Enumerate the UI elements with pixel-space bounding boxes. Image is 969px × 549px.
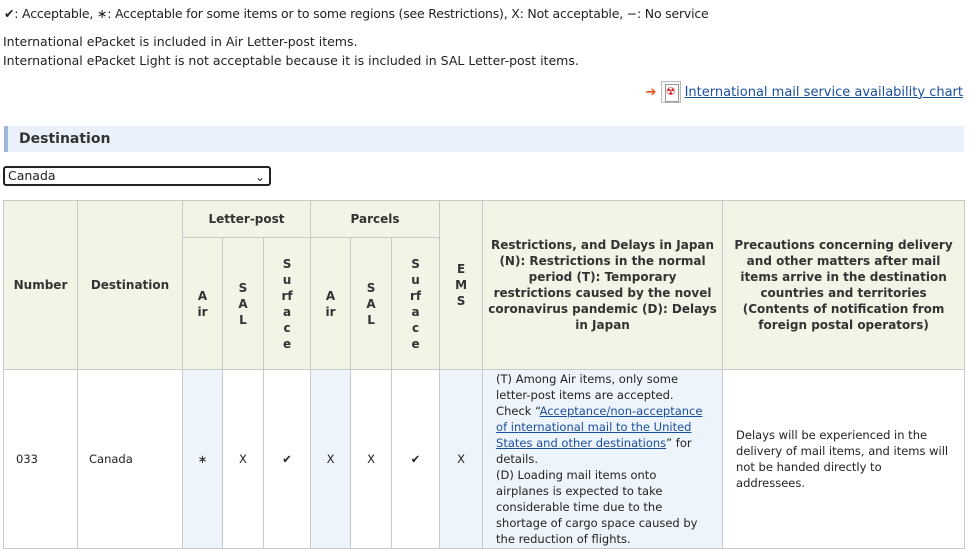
cell-ems: X [439,369,484,549]
epacket-note: International ePacket is included in Air… [3,34,358,49]
chevron-down-icon: ⌄ [254,170,265,184]
legend-text: ✔: Acceptable, ∗: Acceptable for some it… [4,6,709,21]
header-letter-air: Air [182,237,223,370]
arrow-right-icon: ➔ [645,84,657,100]
header-destination: Destination [77,200,183,370]
header-ems: EMS [439,200,484,370]
header-precautions: Precautions concerning delivery and othe… [722,200,966,370]
cell-letter-surface: ✔ [262,369,312,549]
destination-select[interactable]: Canada ⌄ [3,166,271,186]
availability-table: Number Destination Letter-post Parcels E… [3,200,966,549]
table-row: 033 Canada ∗ X ✔ X X ✔ X (T) Among Air i… [3,369,966,549]
header-letter-sal: SAL [222,237,264,370]
destination-select-value: Canada [8,168,56,183]
cell-destination: Canada [77,369,183,549]
pdf-icon[interactable] [660,81,681,103]
cell-precautions: Delays will be experienced in the delive… [722,369,966,549]
cell-parcel-sal: X [350,369,393,549]
restriction-d: (D) Loading mail items onto airplanes is… [496,468,698,546]
header-parcel-surface: Surface [391,237,441,370]
cell-parcel-surface: ✔ [391,369,441,549]
cell-letter-sal: X [222,369,264,549]
header-parcel-air: Air [310,237,352,370]
destination-heading: Destination [4,126,964,152]
header-parcel-sal: SAL [350,237,393,370]
availability-chart-link[interactable]: International mail service availability … [685,85,963,100]
header-number: Number [3,200,78,370]
cell-restrictions: (T) Among Air items, only some letter-po… [482,369,724,549]
cell-parcel-air: X [310,369,352,549]
cell-number: 033 [3,369,78,549]
header-parcels: Parcels [310,200,441,238]
chart-link-group: ➔ International mail service availabilit… [646,81,963,103]
header-restrictions: Restrictions, and Delays in Japan (N): R… [482,200,724,370]
header-letter-post: Letter-post [181,200,312,238]
cell-letter-air: ∗ [182,369,223,549]
epacket-light-note: International ePacket Light is not accep… [3,53,579,68]
header-letter-surface: Surface [262,237,312,370]
